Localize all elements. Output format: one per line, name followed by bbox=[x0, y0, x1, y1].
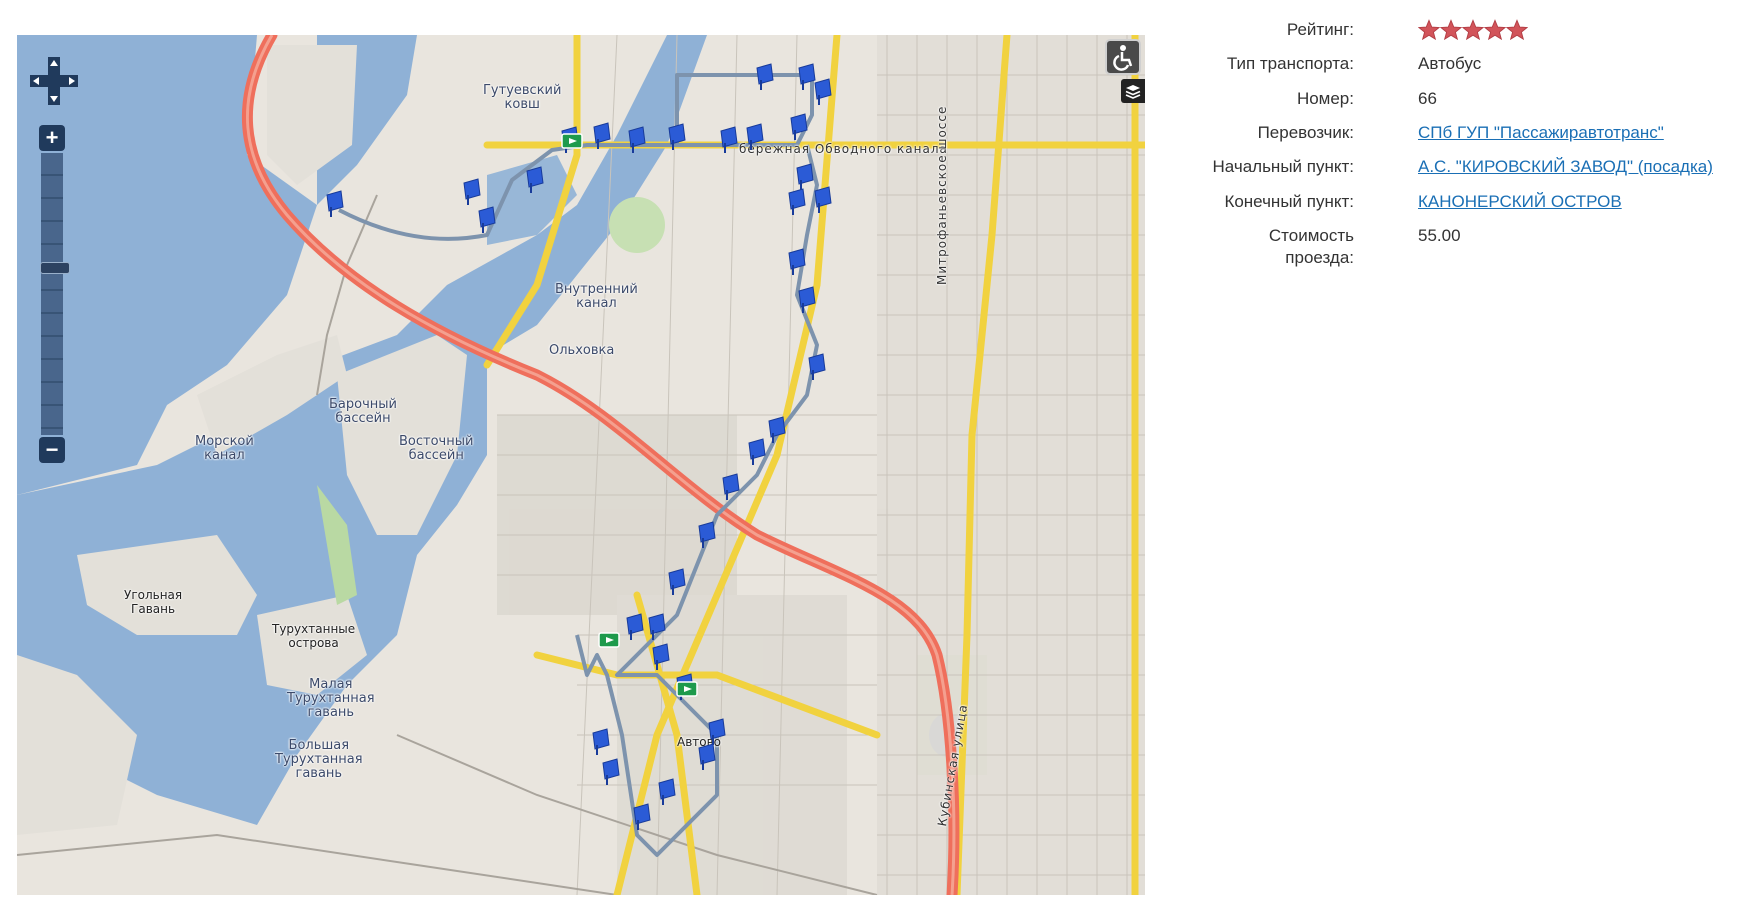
bus-stop-marker-icon[interactable] bbox=[746, 123, 764, 150]
pan-down-button[interactable] bbox=[46, 91, 62, 107]
zoom-control: + − bbox=[39, 125, 70, 463]
transport-type-label: Тип транспорта: bbox=[1226, 54, 1354, 73]
bus-stop-marker-icon[interactable] bbox=[768, 416, 786, 443]
bus-stop-marker-icon[interactable] bbox=[668, 123, 686, 150]
route-map[interactable]: Гутуевский ковш Внутренний канал Ольховк… bbox=[17, 35, 1145, 895]
bus-stop-marker-icon[interactable] bbox=[798, 63, 816, 90]
rating-label: Рейтинг: bbox=[1286, 20, 1354, 39]
pan-left-button[interactable] bbox=[28, 73, 44, 89]
bus-stop-marker-icon[interactable] bbox=[648, 613, 666, 640]
zoom-slider-thumb[interactable] bbox=[40, 262, 70, 274]
bus-stop-marker-icon[interactable] bbox=[652, 643, 670, 670]
star-icon[interactable] bbox=[1462, 19, 1484, 41]
bus-stop-marker-icon[interactable] bbox=[814, 78, 832, 105]
pan-control bbox=[28, 55, 80, 107]
bus-stop-marker-icon[interactable] bbox=[526, 166, 544, 193]
pan-right-button[interactable] bbox=[64, 73, 80, 89]
rating-stars[interactable] bbox=[1418, 19, 1528, 41]
end-point-label: Конечный пункт: bbox=[1224, 192, 1354, 211]
star-icon[interactable] bbox=[1484, 19, 1506, 41]
bus-stop-marker-icon[interactable] bbox=[814, 186, 832, 213]
bus-stop-marker-icon[interactable] bbox=[790, 113, 808, 140]
bus-stop-marker-icon[interactable] bbox=[593, 122, 611, 149]
end-point-link[interactable]: КАНОНЕРСКИЙ ОСТРОВ bbox=[1418, 192, 1622, 211]
bus-stop-marker-icon[interactable] bbox=[626, 613, 644, 640]
bus-stop-marker-icon[interactable] bbox=[628, 126, 646, 153]
star-icon[interactable] bbox=[1506, 19, 1528, 41]
bus-stop-marker-icon[interactable] bbox=[326, 190, 344, 217]
bus-stop-marker-icon[interactable] bbox=[788, 188, 806, 215]
route-number-label: Номер: bbox=[1296, 89, 1354, 108]
bus-stop-marker-icon[interactable] bbox=[698, 743, 716, 770]
bus-stop-markers bbox=[326, 63, 832, 830]
bus-stop-marker-icon[interactable] bbox=[602, 758, 620, 785]
carrier-label: Перевозчик: bbox=[1257, 123, 1354, 142]
pan-up-button[interactable] bbox=[46, 55, 62, 71]
transport-type-value: Автобус bbox=[1418, 54, 1482, 73]
end-terminal-icon[interactable] bbox=[561, 133, 583, 149]
zoom-slider-track[interactable] bbox=[40, 153, 70, 435]
star-icon[interactable] bbox=[1418, 19, 1440, 41]
start-point-link[interactable]: А.С. "КИРОВСКИЙ ЗАВОД" (посадка) bbox=[1418, 157, 1713, 176]
bus-stop-marker-icon[interactable] bbox=[808, 353, 826, 380]
route-number-value: 66 bbox=[1418, 89, 1437, 108]
fare-label: Стоимость проезда: bbox=[1268, 226, 1354, 267]
bus-stop-marker-icon[interactable] bbox=[698, 521, 716, 548]
start-point-label: Начальный пункт: bbox=[1212, 157, 1354, 176]
bus-stop-marker-icon[interactable] bbox=[463, 178, 481, 205]
bus-stop-marker-icon[interactable] bbox=[708, 718, 726, 745]
star-icon[interactable] bbox=[1440, 19, 1462, 41]
zoom-in-button[interactable]: + bbox=[39, 125, 65, 151]
bus-stop-marker-icon[interactable] bbox=[756, 63, 774, 90]
bus-stop-marker-icon[interactable] bbox=[658, 778, 676, 805]
bus-stop-marker-icon[interactable] bbox=[633, 803, 651, 830]
bus-stop-marker-icon[interactable] bbox=[720, 126, 738, 153]
zoom-out-button[interactable]: − bbox=[39, 437, 65, 463]
bus-stop-marker-icon[interactable] bbox=[722, 473, 740, 500]
bus-stop-marker-icon[interactable] bbox=[748, 438, 766, 465]
fare-value: 55.00 bbox=[1418, 226, 1461, 245]
terminal-icon[interactable] bbox=[676, 681, 698, 697]
bus-stop-marker-icon[interactable] bbox=[796, 163, 814, 190]
bus-stop-marker-icon[interactable] bbox=[478, 206, 496, 233]
bus-stop-marker-icon[interactable] bbox=[592, 728, 610, 755]
bus-stop-marker-icon[interactable] bbox=[788, 248, 806, 275]
bus-stop-marker-icon[interactable] bbox=[668, 568, 686, 595]
bus-stop-marker-icon[interactable] bbox=[798, 286, 816, 313]
carrier-link[interactable]: СПб ГУП "Пассажиравтотранс" bbox=[1418, 123, 1664, 142]
start-terminal-icon[interactable] bbox=[598, 632, 620, 648]
